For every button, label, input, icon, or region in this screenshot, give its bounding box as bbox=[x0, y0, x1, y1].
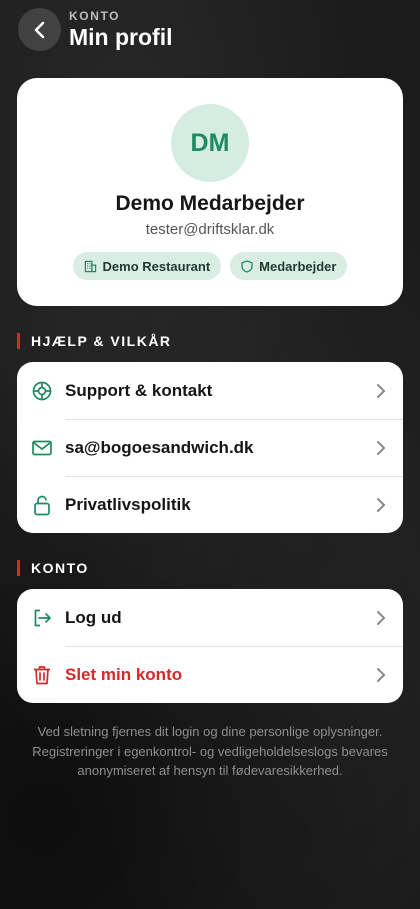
delete-account-item[interactable]: Slet min konto bbox=[17, 646, 403, 703]
item-label: sa@bogoesandwich.dk bbox=[65, 437, 254, 457]
lifebuoy-icon bbox=[32, 381, 52, 401]
avatar: DM bbox=[171, 104, 249, 182]
building-icon bbox=[84, 260, 96, 272]
item-label: Support & kontakt bbox=[65, 380, 213, 400]
support-contact-item[interactable]: Support & kontakt bbox=[17, 362, 403, 419]
badge-label: Medarbejder bbox=[259, 258, 337, 274]
account-list: Log ud Slet min konto bbox=[17, 589, 403, 703]
item-label: Slet min konto bbox=[65, 664, 183, 684]
logout-item[interactable]: Log ud bbox=[17, 589, 403, 646]
chevron-right-icon bbox=[377, 441, 385, 455]
help-list: Support & kontakt sa@bogoesandwich.dk Pr… bbox=[17, 362, 403, 533]
chevron-right-icon bbox=[377, 384, 385, 398]
chevron-right-icon bbox=[377, 498, 385, 512]
profile-email: tester@driftsklar.dk bbox=[145, 221, 275, 238]
shield-icon bbox=[241, 259, 253, 273]
section-label-help: HJÆLP & VILKÅR bbox=[17, 333, 172, 349]
page-eyebrow: KONTO bbox=[69, 9, 121, 23]
trash-icon bbox=[34, 666, 50, 685]
chevron-right-icon bbox=[377, 668, 385, 682]
page-title: Min profil bbox=[69, 24, 173, 50]
lock-icon bbox=[34, 495, 50, 516]
item-label: Log ud bbox=[65, 607, 122, 627]
chevron-right-icon bbox=[377, 611, 385, 625]
privacy-policy-item[interactable]: Privatlivspolitik bbox=[17, 476, 403, 533]
deletion-note: Ved sletning fjernes dit login og dine p… bbox=[32, 724, 388, 778]
profile-name: Demo Medarbejder bbox=[115, 192, 305, 215]
profile-card: DM Demo Medarbejder tester@driftsklar.dk… bbox=[17, 78, 403, 306]
email-item[interactable]: sa@bogoesandwich.dk bbox=[17, 419, 403, 476]
mail-icon bbox=[32, 440, 52, 456]
logout-icon bbox=[34, 609, 51, 627]
restaurant-badge: Demo Restaurant bbox=[72, 252, 222, 280]
item-label: Privatlivspolitik bbox=[65, 494, 191, 514]
section-label-account: KONTO bbox=[17, 560, 89, 576]
back-button[interactable] bbox=[18, 8, 61, 51]
top-bar: KONTO Min profil bbox=[18, 8, 402, 54]
profile-badges: Demo Restaurant Medarbejder bbox=[17, 252, 403, 280]
role-badge: Medarbejder bbox=[230, 252, 348, 280]
chevron-left-icon bbox=[34, 21, 44, 38]
badge-label: Demo Restaurant bbox=[102, 258, 211, 274]
